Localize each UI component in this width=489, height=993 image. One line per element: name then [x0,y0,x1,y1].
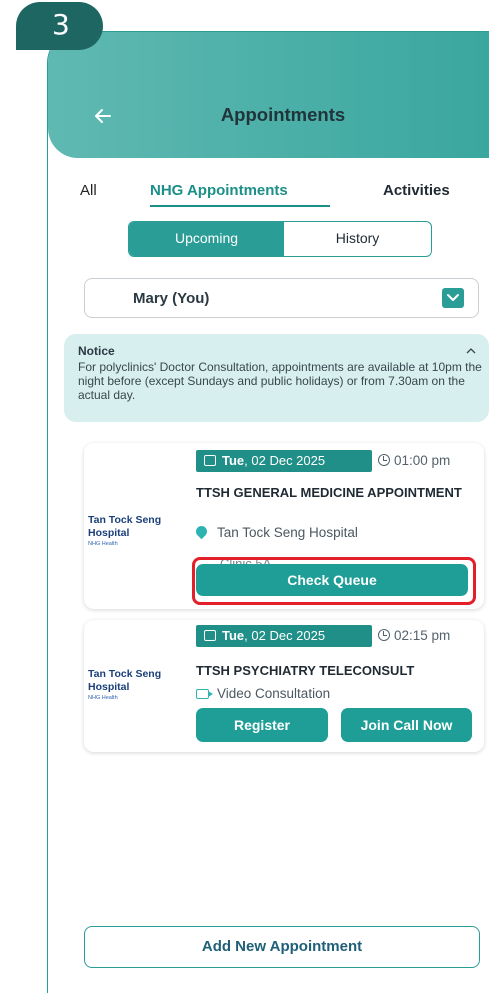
notice-panel: Notice For polyclinics' Doctor Consultat… [64,334,489,422]
logo-text-line3: NHG Health [88,541,118,547]
location-name: Tan Tock Seng Hospital [217,525,358,540]
date-pill: Tue, 02 Dec 2025 [196,450,372,472]
logo-text-line1: Tan Tock Seng [88,514,162,526]
location-row: Tan Tock Seng Hospital [193,523,358,540]
logo-text-line2: Hospital [88,527,130,539]
notice-text: For polyclinics' Doctor Consultation, ap… [78,360,482,402]
join-call-button[interactable]: Join Call Now [341,708,472,742]
page-title: Appointments [220,104,346,125]
clock-icon [378,454,390,466]
logo-text-line2: Hospital [88,681,130,693]
logo-text-line3: NHG Health [88,695,118,701]
chevron-down-icon [447,294,459,301]
upcoming-history-toggle: Upcoming History [128,221,432,257]
consultation-mode-row: Video Consultation [196,686,330,701]
hospital-logo: Tan Tock Seng Hospital NHG Health [88,666,188,710]
calendar-icon [204,630,216,641]
clock-icon [378,629,390,641]
register-button[interactable]: Register [196,708,328,742]
appointment-date: , 02 Dec 2025 [244,453,326,468]
add-new-appointment-button[interactable]: Add New Appointment [84,926,480,968]
appointment-time: 01:00 pm [394,453,451,468]
step-number: 3 [52,8,70,41]
patient-selector[interactable]: Mary (You) [84,278,479,318]
patient-name: Mary (You) [133,290,210,307]
step-number-badge: 3 [16,2,103,50]
appointment-time-row: 01:00 pm [378,453,450,468]
hospital-logo: Tan Tock Seng Hospital NHG Health [88,512,188,556]
segment-upcoming[interactable]: Upcoming [129,222,284,256]
appointment-time-row: 02:15 pm [378,628,450,643]
tab-all[interactable]: All [80,182,97,199]
chevron-up-icon[interactable] [465,346,477,356]
active-tab-underline [150,205,330,207]
calendar-icon [204,455,216,466]
date-pill: Tue, 02 Dec 2025 [196,625,372,647]
appointment-day: Tue [222,628,245,643]
location-pin-icon [193,523,210,540]
dropdown-button[interactable] [442,288,464,308]
header-bar: Appointments [48,32,489,158]
logo-text-line1: Tan Tock Seng [88,668,162,680]
appointment-title: TTSH PSYCHIATRY TELECONSULT [196,663,415,678]
appointment-title: TTSH GENERAL MEDICINE APPOINTMENT [196,485,462,500]
highlight-box [192,557,476,605]
consultation-mode: Video Consultation [217,686,331,701]
appointment-time: 02:15 pm [394,628,451,643]
segment-history[interactable]: History [284,222,431,256]
appointment-card: Tan Tock Seng Hospital NHG Health Tue, 0… [84,620,484,752]
tab-activities[interactable]: Activities [383,182,450,199]
notice-title: Notice [78,344,115,358]
category-tabs: All NHG Appointments Activities [0,182,489,207]
appointment-day: Tue [222,453,245,468]
tab-nhg-appointments[interactable]: NHG Appointments [150,182,288,199]
appointment-date: , 02 Dec 2025 [244,628,326,643]
video-camera-icon [196,689,213,699]
